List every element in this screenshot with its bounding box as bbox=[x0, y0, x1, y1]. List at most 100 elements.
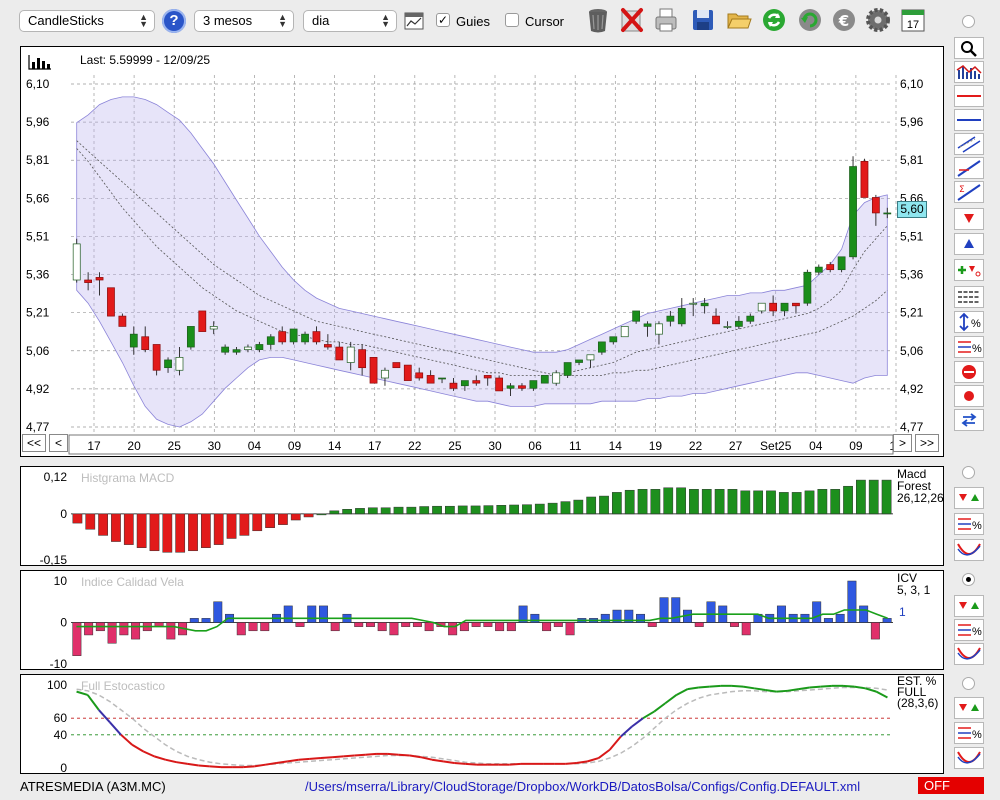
settings-icon[interactable] bbox=[865, 6, 891, 34]
histogram-bar bbox=[84, 622, 94, 636]
candle-body bbox=[677, 308, 686, 325]
macd-curve-button[interactable] bbox=[954, 539, 984, 561]
icv-curve-button[interactable] bbox=[954, 643, 984, 665]
stoch-percent-button[interactable]: % bbox=[954, 722, 984, 744]
y-tick-label-left: 4,77 bbox=[26, 420, 50, 434]
bollinger-band bbox=[76, 96, 888, 428]
histogram-bar bbox=[650, 489, 661, 515]
stoch-radio[interactable] bbox=[962, 677, 975, 690]
config-path-link[interactable]: /Users/mserra/Library/CloudStorage/Dropb… bbox=[305, 779, 860, 794]
candle-body bbox=[769, 302, 778, 312]
candle-body bbox=[483, 375, 492, 379]
x-tick-label: 14 bbox=[328, 439, 342, 453]
histogram-bar bbox=[389, 622, 399, 636]
histogram-bar bbox=[599, 495, 609, 515]
interval-select[interactable]: dia ▲ ▼ bbox=[303, 10, 397, 32]
y-tick-label-right: 5,96 bbox=[900, 115, 924, 129]
candle-body bbox=[643, 323, 652, 327]
buy-arrow-button[interactable] bbox=[954, 233, 984, 255]
save-icon[interactable] bbox=[690, 6, 716, 34]
red-dot-button[interactable] bbox=[954, 385, 984, 407]
percent-lines-button[interactable]: % bbox=[954, 336, 984, 358]
candle-body bbox=[392, 362, 401, 369]
x-tick-label: 04 bbox=[809, 439, 823, 453]
refresh-icon[interactable] bbox=[761, 6, 787, 34]
histogram-bar bbox=[380, 507, 391, 515]
chart-type-select[interactable]: CandleSticks ▲ ▼ bbox=[19, 10, 155, 32]
histogram-bar bbox=[72, 622, 82, 656]
reload-icon[interactable] bbox=[797, 6, 823, 34]
channel-button[interactable] bbox=[954, 133, 984, 155]
stoch-curve-button[interactable] bbox=[954, 747, 984, 769]
first-page-button[interactable]: << bbox=[22, 434, 46, 452]
help-button[interactable]: ? bbox=[162, 9, 186, 33]
candle-body bbox=[301, 333, 309, 343]
candle-body bbox=[518, 385, 526, 389]
y-tick-label-left: 4,92 bbox=[26, 382, 50, 396]
candle-body bbox=[837, 256, 846, 271]
main-panel-radio[interactable] bbox=[962, 15, 975, 28]
histogram-bar bbox=[318, 605, 328, 623]
histogram-bar bbox=[741, 622, 751, 636]
candle-body bbox=[757, 302, 766, 312]
stoch-fast-segment bbox=[98, 709, 111, 724]
macd-percent-button[interactable]: % bbox=[954, 513, 984, 535]
histogram-bar bbox=[119, 622, 129, 636]
candle-body bbox=[266, 336, 275, 345]
cursor-checkbox[interactable] bbox=[505, 13, 519, 27]
calendar-icon[interactable]: 17 bbox=[900, 6, 926, 34]
macd-radio[interactable] bbox=[962, 466, 975, 479]
bars-button[interactable] bbox=[954, 61, 984, 83]
next-page-button[interactable]: > bbox=[893, 434, 912, 452]
stoch-fast-segment bbox=[742, 685, 755, 690]
zoom-button[interactable] bbox=[954, 37, 984, 59]
period-select[interactable]: 3 mesos ▲ ▼ bbox=[194, 10, 294, 32]
buy-sell-button[interactable] bbox=[954, 259, 984, 281]
macd-signal-button[interactable] bbox=[954, 487, 984, 509]
grid-lines-button[interactable] bbox=[954, 286, 984, 308]
icv-percent-button[interactable]: % bbox=[954, 619, 984, 641]
volume-bars-icon[interactable] bbox=[27, 53, 53, 71]
open-folder-icon[interactable] bbox=[726, 6, 752, 34]
candle-body bbox=[746, 315, 755, 322]
histogram-bar bbox=[706, 601, 716, 623]
cursor-label: Cursor bbox=[525, 14, 565, 29]
candle-body bbox=[883, 212, 892, 215]
guides-checkbox[interactable]: ✓ bbox=[436, 13, 450, 27]
blue-line-button[interactable] bbox=[954, 109, 984, 131]
histogram-bar bbox=[694, 622, 704, 627]
sell-arrow-button[interactable] bbox=[954, 208, 984, 230]
candlestick-chart[interactable]: 6,10 6,105,96 5,965,81 5,815,66 5,665,51 5,51… bbox=[21, 47, 943, 456]
trash-icon[interactable] bbox=[585, 6, 611, 34]
x-tick-label: 20 bbox=[127, 439, 141, 453]
red-line-button[interactable] bbox=[954, 85, 984, 107]
prev-page-button[interactable]: < bbox=[49, 434, 68, 452]
chart-type-value: CandleSticks bbox=[28, 13, 104, 28]
stoch-fast-segment bbox=[587, 757, 599, 763]
histogram-bar bbox=[870, 622, 880, 640]
stoch-fast-segment bbox=[298, 757, 310, 761]
stoch-fast-segment bbox=[387, 752, 399, 756]
swap-button[interactable] bbox=[954, 409, 984, 431]
stoch-signal-button[interactable] bbox=[954, 697, 984, 719]
interval-value: dia bbox=[312, 13, 330, 28]
trend-button[interactable] bbox=[954, 157, 984, 179]
stoch-fast-segment bbox=[465, 762, 477, 766]
sigma-trend-button[interactable]: Σ bbox=[954, 181, 984, 203]
off-toggle-button[interactable]: OFF bbox=[918, 777, 984, 794]
euro-icon[interactable]: € bbox=[831, 6, 857, 34]
candle-body bbox=[175, 357, 184, 371]
icv-radio[interactable] bbox=[962, 573, 975, 586]
print-icon[interactable] bbox=[653, 6, 679, 34]
height-percent-button[interactable]: % bbox=[954, 311, 984, 333]
delete-icon[interactable] bbox=[619, 6, 645, 34]
radio-selected-dot bbox=[966, 577, 971, 582]
stop-button[interactable] bbox=[954, 361, 984, 383]
stoch-fast-segment bbox=[165, 758, 177, 764]
histogram-bar bbox=[817, 489, 828, 515]
table-icon[interactable] bbox=[404, 12, 424, 30]
last-page-button[interactable]: >> bbox=[915, 434, 939, 452]
icv-signal-button[interactable] bbox=[954, 595, 984, 617]
histogram-bar bbox=[553, 622, 563, 627]
stoch-fast-segment bbox=[109, 721, 122, 736]
